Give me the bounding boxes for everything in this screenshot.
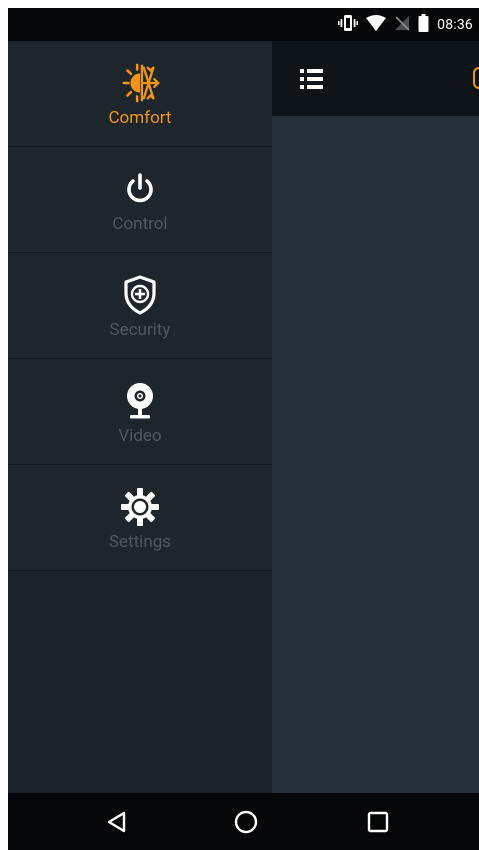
drawer-item-label: Control [112, 214, 168, 234]
drawer-item-comfort[interactable]: Comfort [8, 41, 272, 147]
drawer-item-security[interactable]: Security [8, 253, 272, 359]
shield-plus-icon [118, 273, 162, 317]
battery-icon [418, 13, 429, 36]
main-content [272, 116, 479, 793]
vibrate-icon [338, 14, 359, 36]
drawer-item-label: Settings [108, 532, 172, 552]
webcam-icon [118, 379, 162, 423]
drawer-item-label: Security [109, 320, 171, 340]
drawer-item-settings[interactable]: Settings [8, 465, 272, 571]
drawer-item-control[interactable]: Control [8, 147, 272, 253]
phone-screen: 08:36 Comfort Control Security Video Set… [8, 8, 479, 850]
back-icon[interactable] [96, 803, 136, 841]
power-icon [118, 167, 162, 211]
appbar-accent-edge [473, 67, 479, 89]
drawer-item-label: Video [118, 426, 162, 446]
navigation-drawer: Comfort Control Security Video Settings [8, 41, 272, 793]
wifi-icon [366, 14, 387, 35]
list-menu-icon[interactable] [296, 61, 332, 97]
recents-icon[interactable] [358, 803, 398, 841]
drawer-item-label: Comfort [108, 108, 172, 128]
status-bar: 08:36 [8, 8, 479, 41]
gear-icon [118, 485, 162, 529]
comfort-sun-snowflake-icon [118, 61, 162, 105]
home-icon[interactable] [226, 803, 266, 841]
system-nav-bar [8, 793, 479, 850]
status-time: 08:36 [437, 16, 473, 33]
status-icons: 08:36 [338, 8, 473, 41]
no-signal-icon [394, 15, 410, 35]
app-bar [272, 41, 479, 116]
drawer-item-video[interactable]: Video [8, 359, 272, 465]
